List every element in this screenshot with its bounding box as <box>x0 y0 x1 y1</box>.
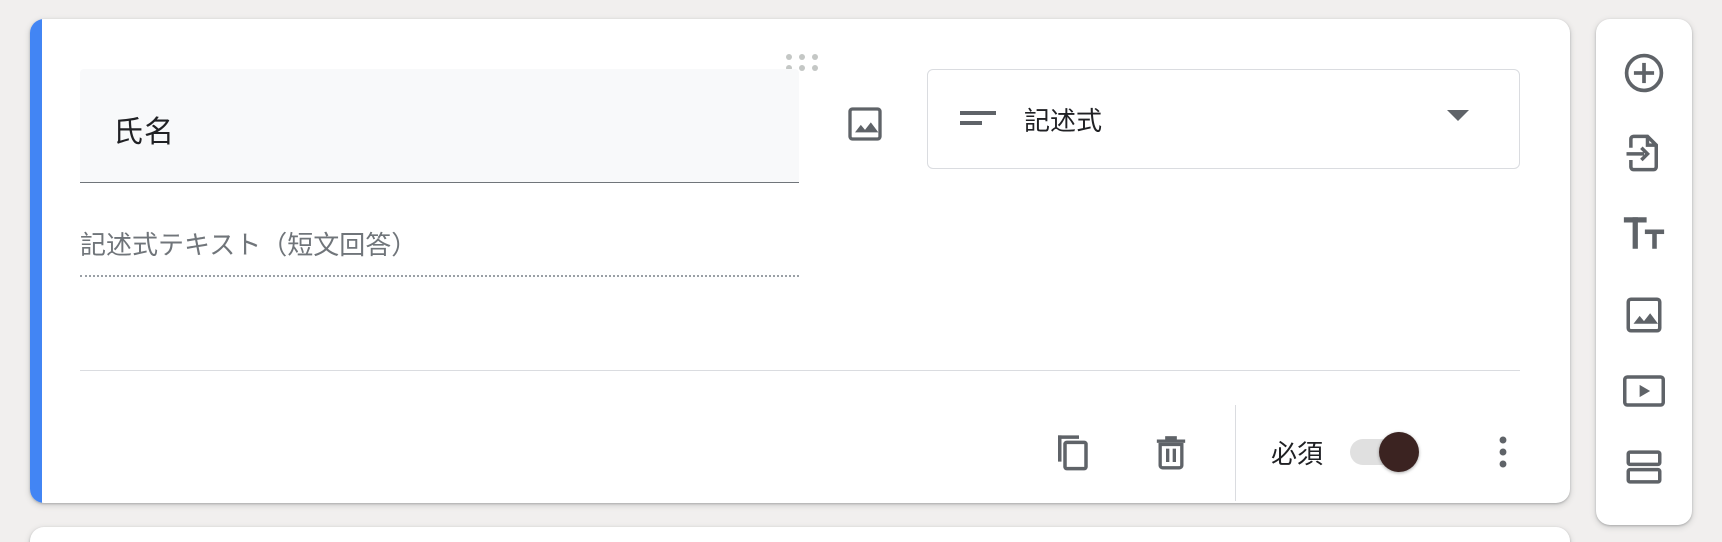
toggle-knob <box>1379 432 1419 472</box>
copy-icon <box>1058 435 1088 471</box>
required-toggle[interactable] <box>1350 430 1420 474</box>
add-image-tool-button[interactable] <box>1614 285 1674 345</box>
question-title-input[interactable]: 氏名 <box>80 69 799 183</box>
more-vert-icon <box>1499 436 1507 468</box>
import-questions-button[interactable] <box>1614 123 1674 183</box>
add-section-button[interactable] <box>1614 437 1674 497</box>
form-editor: 氏名 記述式 記述式テキスト（短文回答） 必須 <box>0 0 1722 542</box>
answer-placeholder: 記述式テキスト（短文回答） <box>80 225 799 277</box>
trash-icon <box>1156 436 1186 470</box>
active-card-accent <box>30 19 42 503</box>
section-icon <box>1626 450 1662 484</box>
copy-button[interactable] <box>1042 422 1102 482</box>
card-footer-divider <box>80 370 1520 371</box>
chevron-down-icon <box>1447 110 1469 121</box>
question-title-text: 氏名 <box>113 115 175 150</box>
question-card[interactable]: 氏名 記述式 記述式テキスト（短文回答） 必須 <box>30 19 1570 503</box>
question-type-label: 記述式 <box>1024 106 1103 137</box>
next-question-card[interactable] <box>30 527 1570 542</box>
required-label: 必須 <box>1271 440 1324 470</box>
more-options-button[interactable] <box>1473 422 1533 482</box>
add-question-button[interactable] <box>1614 43 1674 103</box>
import-questions-icon <box>1626 134 1658 172</box>
question-type-select[interactable]: 記述式 <box>927 69 1520 169</box>
add-question-icon <box>1624 53 1664 93</box>
video-icon <box>1623 375 1665 407</box>
add-title-description-button[interactable] <box>1614 203 1674 263</box>
image-icon <box>848 107 882 141</box>
short-answer-icon <box>960 111 996 125</box>
add-image-button[interactable] <box>833 92 897 156</box>
delete-button[interactable] <box>1141 422 1201 482</box>
footer-vertical-divider <box>1235 405 1236 501</box>
add-video-button[interactable] <box>1614 361 1674 421</box>
floating-toolbar <box>1596 19 1692 525</box>
title-text-icon <box>1623 217 1665 249</box>
image-icon <box>1626 297 1662 333</box>
